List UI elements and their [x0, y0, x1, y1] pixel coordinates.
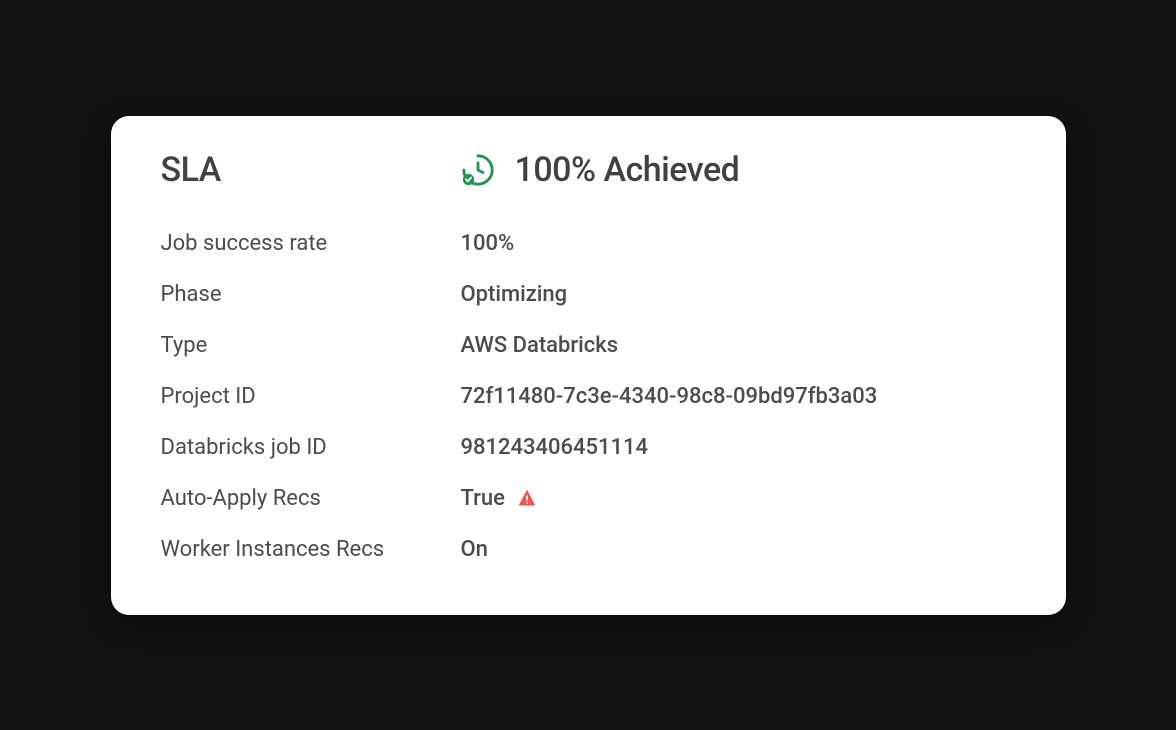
- achieved-value: 100% Achieved: [515, 150, 740, 190]
- row-project-id: Project ID 72f11480-7c3e-4340-98c8-09bd9…: [161, 371, 1016, 422]
- label-auto-apply-recs: Auto-Apply Recs: [161, 486, 321, 511]
- warning-icon: [517, 488, 537, 508]
- sla-card: SLA 100% Achieved Job success rate 100% …: [111, 116, 1066, 615]
- value-databricks-job-id: 981243406451114: [461, 435, 649, 460]
- row-job-success-rate: Job success rate 100%: [161, 218, 1016, 269]
- clock-check-icon: [461, 153, 495, 187]
- row-databricks-job-id: Databricks job ID 981243406451114: [161, 422, 1016, 473]
- card-header: SLA 100% Achieved: [161, 150, 1016, 190]
- value-worker-instances-recs: On: [461, 537, 488, 562]
- value-auto-apply-recs: True: [461, 486, 505, 511]
- value-phase: Optimizing: [461, 282, 568, 307]
- value-type: AWS Databricks: [461, 333, 619, 358]
- label-phase: Phase: [161, 282, 222, 307]
- row-auto-apply-recs: Auto-Apply Recs True: [161, 473, 1016, 524]
- label-type: Type: [161, 333, 208, 358]
- row-phase: Phase Optimizing: [161, 269, 1016, 320]
- value-job-success-rate: 100%: [461, 231, 515, 256]
- row-worker-instances-recs: Worker Instances Recs On: [161, 524, 1016, 575]
- row-type: Type AWS Databricks: [161, 320, 1016, 371]
- card-title: SLA: [161, 150, 221, 190]
- label-databricks-job-id: Databricks job ID: [161, 435, 327, 460]
- label-project-id: Project ID: [161, 384, 256, 409]
- value-project-id: 72f11480-7c3e-4340-98c8-09bd97fb3a03: [461, 384, 878, 409]
- label-worker-instances-recs: Worker Instances Recs: [161, 537, 385, 562]
- label-job-success-rate: Job success rate: [161, 231, 328, 256]
